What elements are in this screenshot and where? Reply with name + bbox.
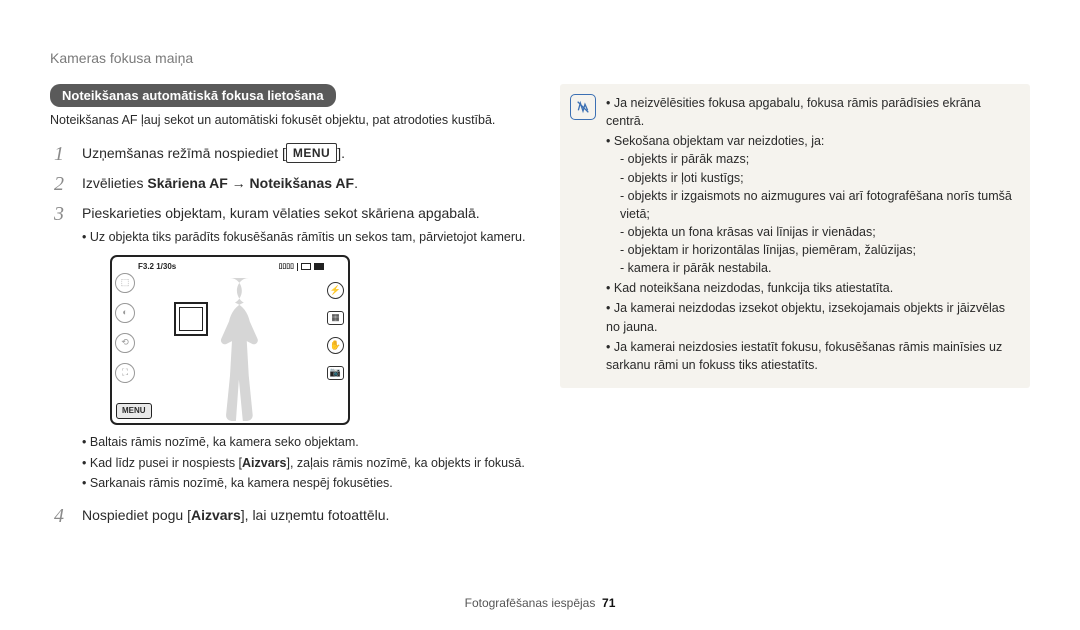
- step-3-body: Pieskarieties objektam, kuram vēlaties s…: [82, 203, 530, 495]
- left-side-icons: ⬚ ◐ ⟲ ⛶: [115, 273, 135, 383]
- camera-screen-illustration: F3.2 1/30s ▯▯▯▯ ⬚ ◐ ⟲: [110, 255, 350, 425]
- breadcrumb: Kameras fokusa maiņa: [50, 50, 1030, 66]
- note-bullet: Ja kamerai neizdosies iestatīt fokusu, f…: [606, 338, 1018, 374]
- right-column: Ja neizvēlēsities fokusa apgabalu, fokus…: [560, 84, 1030, 535]
- note-box: Ja neizvēlēsities fokusa apgabalu, fokus…: [560, 84, 1030, 388]
- intro-text: Noteikšanas AF ļauj sekot un automātiski…: [50, 113, 530, 127]
- page-footer: Fotografēšanas iespējas 71: [0, 596, 1080, 610]
- note-info-icon: [570, 94, 596, 120]
- stabilize-icon: ✋: [327, 337, 344, 354]
- step3-sub-bullet: Sarkanais rāmis nozīmē, ka kamera nespēj…: [82, 474, 530, 493]
- step-2-body: Izvēlieties Skāriena AF → Noteikšanas AF…: [82, 173, 530, 195]
- step-number: 4: [50, 505, 68, 527]
- note-bullet: Sekošana objektam var neizdoties, ja: ob…: [606, 132, 1018, 277]
- camera-icon: 📷: [327, 366, 344, 380]
- note-dash: objekts ir pārāk mazs;: [620, 150, 1018, 168]
- focus-frame-icon: [174, 302, 208, 336]
- note-dash: objektam ir horizontālas līnijas, piemēr…: [620, 241, 1018, 259]
- exposure-info: F3.2 1/30s: [138, 261, 176, 273]
- step3-sub-bullet: Baltais rāmis nozīmē, ka kamera seko obj…: [82, 433, 530, 452]
- step-number: 3: [50, 203, 68, 495]
- note-dash: objekts ir izgaismots no aizmugures vai …: [620, 187, 1018, 223]
- step3-sub-bullet: Kad līdz pusei ir nospiests [Aizvars], z…: [82, 454, 530, 473]
- person-silhouette-icon: [190, 275, 270, 423]
- mode-icon: ⛶: [115, 363, 135, 383]
- top-status-icons: ▯▯▯▯: [279, 261, 324, 273]
- note-bullet: Ja kamerai neizdodas izsekot objektu, iz…: [606, 299, 1018, 335]
- menu-button-overlay: MENU: [116, 403, 152, 419]
- note-dash: kamera ir pārāk nestabila.: [620, 259, 1018, 277]
- flash-icon: ⚡: [327, 282, 344, 299]
- step-number: 1: [50, 143, 68, 165]
- note-dash: objekts ir ļoti kustīgs;: [620, 169, 1018, 187]
- step3-sub-bullet: Uz objekta tiks parādīts fokusēšanās rām…: [82, 228, 530, 247]
- step-4-body: Nospiediet pogu [Aizvars], lai uzņemtu f…: [82, 505, 530, 527]
- menu-key-icon: MENU: [286, 143, 337, 163]
- right-side-icons: ⚡ ▦ ✋ 📷: [327, 282, 344, 380]
- mode-icon: ◐: [115, 303, 135, 323]
- note-bullet: Ja neizvēlēsities fokusa apgabalu, fokus…: [606, 94, 1018, 130]
- step-1-body: Uzņemšanas režīmā nospiediet [MENU].: [82, 143, 530, 165]
- mode-icon: ⟲: [115, 333, 135, 353]
- mode-icon: ⬚: [115, 273, 135, 293]
- step-number: 2: [50, 173, 68, 195]
- note-bullet: Kad noteikšana neizdodas, funkcija tiks …: [606, 279, 1018, 297]
- left-column: Noteikšanas automātiskā fokusa lietošana…: [50, 84, 530, 535]
- note-dash: objekta un fona krāsas vai līnijas ir vi…: [620, 223, 1018, 241]
- setting-icon: ▦: [327, 311, 344, 325]
- section-header: Noteikšanas automātiskā fokusa lietošana: [50, 84, 336, 107]
